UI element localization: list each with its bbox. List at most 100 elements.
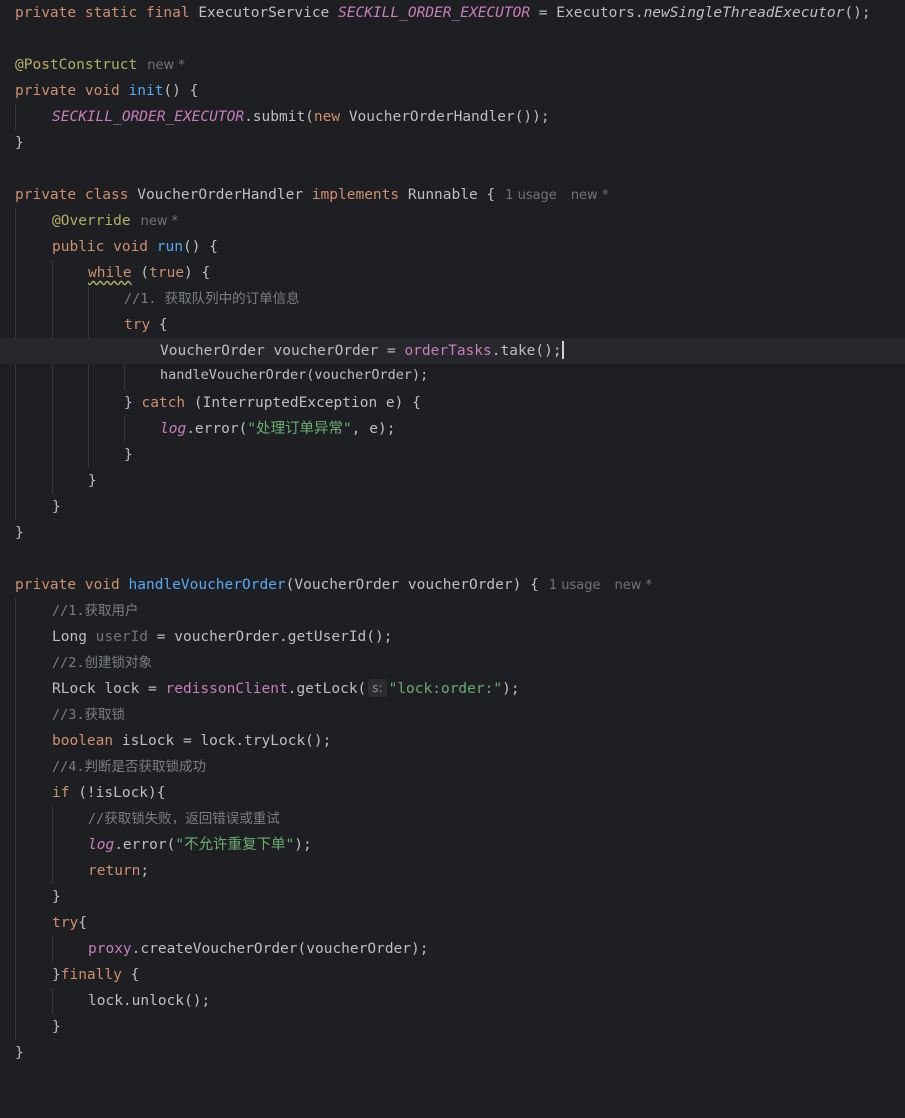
- keyword: true: [149, 265, 185, 281]
- code-line[interactable]: if (!isLock){: [0, 780, 905, 806]
- code-text: Long: [52, 629, 96, 645]
- new-marker[interactable]: new *: [141, 214, 179, 229]
- code-line[interactable]: } catch (InterruptedException e) {: [0, 390, 905, 416]
- keyword: boolean: [52, 733, 122, 749]
- method-call: newSingleThreadExecutor: [643, 5, 845, 21]
- annotation: @Override: [52, 213, 131, 229]
- code-line[interactable]: //1.获取用户: [0, 598, 905, 624]
- code-text: RLock lock =: [52, 681, 166, 697]
- code-text: .error(: [114, 837, 176, 853]
- usages-hint[interactable]: 1 usage: [549, 578, 601, 593]
- code-line[interactable]: //1. 获取队列中的订单信息: [0, 286, 905, 312]
- method-name: run: [156, 239, 183, 255]
- new-marker[interactable]: new *: [571, 188, 609, 203]
- code-line[interactable]: private class VoucherOrderHandler implem…: [0, 182, 905, 208]
- code-text: }: [52, 499, 61, 515]
- code-line[interactable]: }: [0, 1014, 905, 1040]
- keyword: if: [52, 785, 70, 801]
- code-text: {: [121, 967, 140, 983]
- code-text: .take();: [491, 343, 562, 359]
- usages-hint[interactable]: 1 usage: [505, 188, 557, 203]
- code-text: .getLock(: [287, 681, 367, 697]
- code-line[interactable]: private void init() {: [0, 78, 905, 104]
- code-text: .error(: [186, 421, 248, 437]
- code-line[interactable]: handleVoucherOrder(voucherOrder);: [0, 362, 905, 388]
- code-line[interactable]: proxy.createVoucherOrder(voucherOrder);: [0, 936, 905, 962]
- field-ref: proxy: [88, 941, 132, 957]
- code-line[interactable]: log.error("不允许重复下单");: [0, 832, 905, 858]
- static-field: log: [88, 837, 115, 853]
- code-line[interactable]: }finally {: [0, 962, 905, 988]
- code-text: }: [88, 473, 97, 489]
- keyword: try: [124, 317, 151, 333]
- method-name: init: [128, 83, 164, 99]
- code-text: ();: [844, 5, 871, 21]
- code-line[interactable]: }: [0, 442, 905, 468]
- code-text: Runnable {: [407, 187, 496, 203]
- code-text: {: [78, 915, 87, 931]
- code-line[interactable]: private static final ExecutorService SEC…: [0, 0, 905, 26]
- code-line[interactable]: //获取锁失败，返回错误或重试: [0, 806, 905, 832]
- code-line[interactable]: SECKILL_ORDER_EXECUTOR.submit(new Vouche…: [0, 104, 905, 130]
- code-text: {: [150, 317, 168, 333]
- code-line[interactable]: log.error("处理订单异常", e);: [0, 416, 905, 442]
- parameter-hint: s:: [368, 679, 387, 697]
- annotation: @PostConstruct: [15, 57, 138, 73]
- code-line[interactable]: @PostConstruct new *: [0, 52, 905, 78]
- code-text: ) {: [184, 265, 211, 281]
- field-ref: orderTasks: [404, 343, 492, 359]
- new-marker[interactable]: new *: [147, 58, 185, 73]
- new-marker[interactable]: new *: [614, 578, 652, 593]
- code-line[interactable]: //3.获取锁: [0, 702, 905, 728]
- code-line[interactable]: //2.创建锁对象: [0, 650, 905, 676]
- code-line[interactable]: }: [0, 468, 905, 494]
- text-cursor: [561, 341, 564, 359]
- code-line[interactable]: try {: [0, 312, 905, 338]
- comment: //获取锁失败，返回错误或重试: [88, 811, 280, 827]
- keyword: finally: [60, 967, 122, 983]
- code-line[interactable]: }: [0, 494, 905, 520]
- code-line[interactable]: return;: [0, 858, 905, 884]
- keyword: private void: [15, 577, 129, 593]
- code-line[interactable]: lock.unlock();: [0, 988, 905, 1014]
- static-field: log: [160, 421, 187, 437]
- comment: //1. 获取队列中的订单信息: [124, 291, 300, 307]
- method-name: handleVoucherOrder: [128, 577, 286, 593]
- code-line[interactable]: RLock lock = redissonClient.getLock(s: "l…: [0, 676, 905, 702]
- code-line[interactable]: while (true) {: [0, 260, 905, 286]
- code-text: = voucherOrder.getUserId();: [148, 629, 393, 645]
- code-text: handleVoucherOrder(voucherOrder);: [160, 367, 429, 383]
- keyword: catch: [141, 395, 186, 411]
- code-line[interactable]: public void run() {: [0, 234, 905, 260]
- code-text: }: [52, 889, 61, 905]
- code-editor[interactable]: private static final ExecutorService SEC…: [0, 0, 905, 1099]
- comment: //2.创建锁对象: [52, 655, 153, 671]
- keyword-warning[interactable]: while: [88, 265, 132, 281]
- code-line[interactable]: boolean isLock = lock.tryLock();: [0, 728, 905, 754]
- code-line[interactable]: }: [0, 520, 905, 546]
- string-literal: "不允许重复下单": [175, 837, 295, 853]
- code-line[interactable]: @Override new *: [0, 208, 905, 234]
- code-line[interactable]: private void handleVoucherOrder(VoucherO…: [0, 572, 905, 598]
- code-line[interactable]: }: [0, 884, 905, 910]
- code-line[interactable]: }: [0, 1040, 905, 1066]
- code-line[interactable]: Long userId = voucherOrder.getUserId();: [0, 624, 905, 650]
- static-field: SECKILL_ORDER_EXECUTOR: [338, 5, 531, 21]
- code-text: VoucherOrder voucherOrder =: [160, 343, 405, 359]
- static-field: SECKILL_ORDER_EXECUTOR: [52, 109, 245, 125]
- code-line[interactable]: }: [0, 130, 905, 156]
- code-text: );: [294, 837, 312, 853]
- code-line[interactable]: try{: [0, 910, 905, 936]
- comment: //1.获取用户: [52, 603, 139, 619]
- code-line[interactable]: //4.判断是否获取锁成功: [0, 754, 905, 780]
- code-text: (InterruptedException e) {: [185, 395, 421, 411]
- current-code-line[interactable]: VoucherOrder voucherOrder = orderTasks.t…: [0, 338, 905, 364]
- code-text: , e);: [351, 421, 396, 437]
- keyword: private void: [15, 83, 129, 99]
- keyword: try: [52, 915, 79, 931]
- code-text: }: [15, 1045, 24, 1061]
- keyword: return: [88, 863, 141, 879]
- code-text: (VoucherOrder voucherOrder) {: [285, 577, 539, 593]
- code-text: }: [52, 1019, 61, 1035]
- comment: //4.判断是否获取锁成功: [52, 759, 207, 775]
